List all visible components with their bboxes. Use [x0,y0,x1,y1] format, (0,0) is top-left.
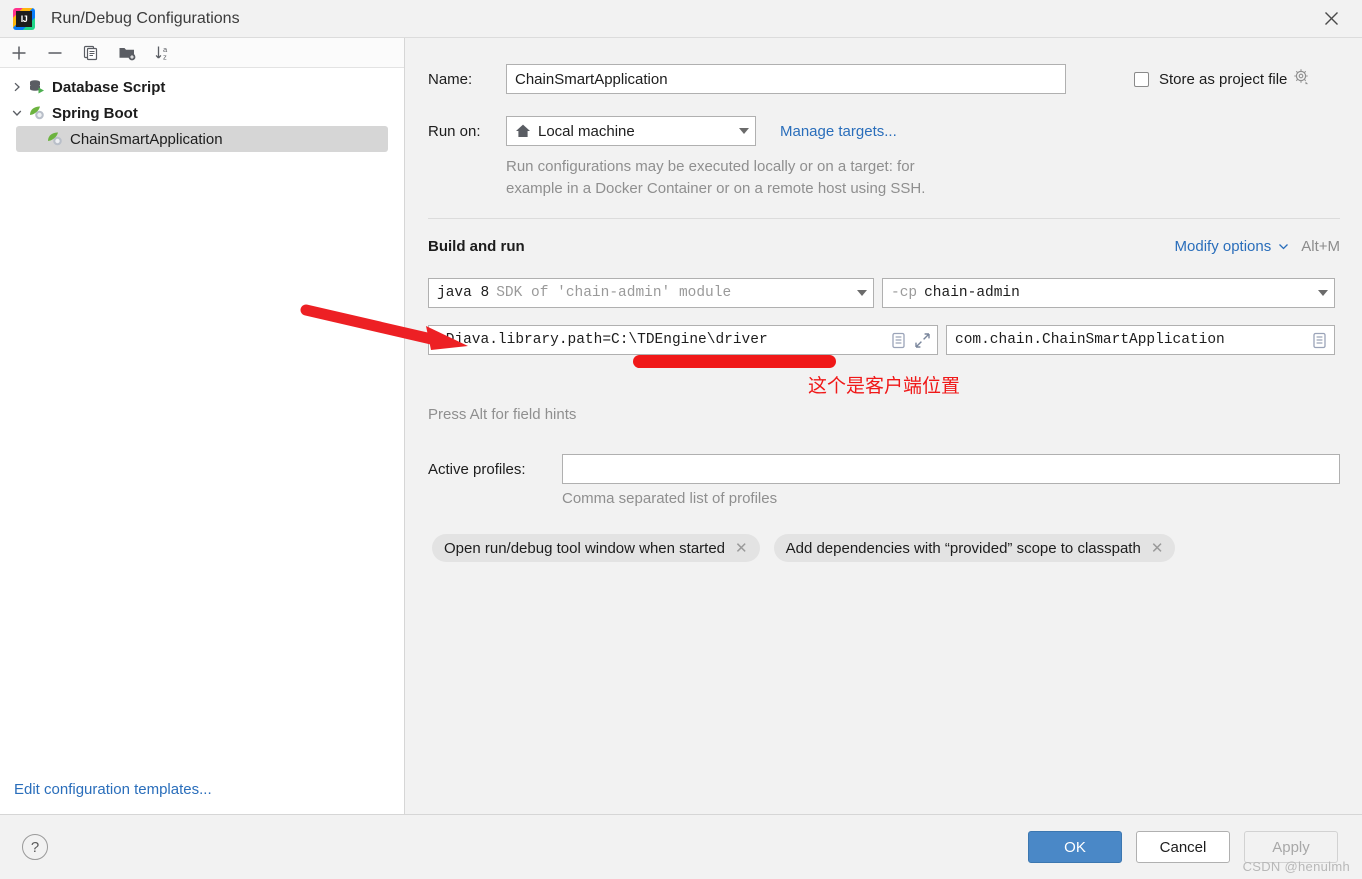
svg-text:z: z [163,52,167,61]
classpath-prefix: -cp [891,285,917,301]
store-as-project-file-label: Store as project file [1159,71,1287,88]
chip-add-provided-dependencies[interactable]: Add dependencies with “provided” scope t… [774,534,1176,562]
expand-icon[interactable] [913,331,931,349]
chip-open-run-debug-tool-window[interactable]: Open run/debug tool window when started … [432,534,760,562]
gear-icon[interactable] [1293,68,1310,90]
tree-item-spring-boot[interactable]: Spring Boot [0,100,404,126]
tree-item-label: Database Script [52,79,165,96]
chevron-down-icon[interactable] [857,290,867,296]
chip-label: Open run/debug tool window when started [444,540,725,557]
document-list-icon[interactable] [1310,331,1328,349]
document-list-icon[interactable] [889,331,907,349]
tree-item-chainsmartapplication[interactable]: ChainSmartApplication [16,126,388,152]
chip-label: Add dependencies with “provided” scope t… [786,540,1141,557]
modify-options-link[interactable]: Modify options [1175,238,1272,255]
dialog-footer: ? OK Cancel Apply CSDN @henulmh [0,814,1362,879]
run-debug-configurations-dialog: IJ Run/Debug Configurations [0,0,1362,879]
active-profiles-row: Active profiles: [428,406,1340,484]
run-on-row: Run on: Local machine Manage targets... [428,116,897,146]
edit-configuration-templates-link[interactable]: Edit configuration templates... [14,781,212,798]
folder-add-icon[interactable] [116,42,138,64]
chevron-right-icon[interactable] [8,82,26,92]
run-on-hint-line-1: Run configurations may be executed local… [506,156,925,178]
dialog-title: Run/Debug Configurations [51,10,240,28]
copy-icon[interactable] [80,42,102,64]
close-small-icon[interactable]: ✕ [1151,539,1164,557]
intellij-idea-logo-icon: IJ [13,8,35,30]
active-profiles-label: Active profiles: [428,461,562,478]
chevron-down-icon[interactable] [8,108,26,118]
cancel-button[interactable]: Cancel [1136,831,1230,863]
manage-targets-link[interactable]: Manage targets... [780,123,897,140]
configuration-editor-panel: Name: Store as project file Run on: [406,38,1362,814]
name-label: Name: [428,71,506,88]
minus-icon[interactable] [44,42,66,64]
tree-item-label: ChainSmartApplication [70,131,223,148]
help-icon[interactable]: ? [22,834,48,860]
jre-value: java 8 [437,285,489,301]
vm-options-field[interactable]: -Djava.library.path=C:\TDEngine\driver [428,325,938,355]
ok-button[interactable]: OK [1028,831,1122,863]
classpath-dropdown[interactable]: -cp chain-admin [882,278,1335,308]
database-script-icon [26,78,48,96]
name-row: Name: Store as project file [428,64,1340,94]
option-chips: Open run/debug tool window when started … [432,534,1175,562]
main-class-value: com.chain.ChainSmartApplication [955,332,1225,348]
store-as-project-file-checkbox[interactable] [1134,72,1149,87]
vm-options-main-class-row: -Djava.library.path=C:\TDEngine\driver [428,325,1335,355]
spring-boot-icon [26,104,48,122]
build-and-run-title: Build and run [428,238,525,255]
jre-value-description: SDK of 'chain-admin' module [496,285,731,301]
run-on-hint: Run configurations may be executed local… [506,156,925,200]
chevron-down-icon[interactable] [739,128,749,134]
sort-alphabetically-icon[interactable]: a z [152,42,174,64]
annotation-highlight-bar [633,355,836,368]
run-on-label: Run on: [428,123,506,140]
spring-boot-icon [44,130,66,148]
section-divider [428,218,1340,219]
configurations-tree: Database Script Spring Boot [0,68,404,152]
main-class-field[interactable]: com.chain.ChainSmartApplication [946,325,1335,355]
close-small-icon[interactable]: ✕ [735,539,748,557]
vm-options-value: -Djava.library.path=C:\TDEngine\driver [437,332,768,348]
jre-dropdown[interactable]: java 8 SDK of 'chain-admin' module [428,278,874,308]
active-profiles-input[interactable] [562,454,1340,484]
build-and-run-header: Build and run Modify options Alt+M [428,238,1340,255]
classpath-module: chain-admin [924,285,1020,301]
tree-item-label: Spring Boot [52,105,138,122]
chevron-down-icon[interactable] [1278,241,1289,252]
sidebar-toolbar: a z [0,38,404,68]
run-on-hint-line-2: example in a Docker Container or on a re… [506,178,925,200]
store-as-project-file-row[interactable]: Store as project file [1134,68,1310,90]
chevron-down-icon[interactable] [1318,290,1328,296]
home-icon [515,123,531,139]
annotation-note: 这个是客户端位置 [808,371,960,398]
watermark-text: CSDN @henulmh [1243,859,1350,874]
modify-options-shortcut: Alt+M [1301,238,1340,255]
active-profiles-hint: Comma separated list of profiles [562,488,777,510]
run-on-dropdown[interactable]: Local machine [506,116,756,146]
run-on-value: Local machine [538,123,635,140]
jre-classpath-row: java 8 SDK of 'chain-admin' module -cp c… [428,278,1335,308]
close-icon[interactable] [1318,6,1344,32]
configurations-sidebar: a z Database Script [0,38,405,814]
dialog-title-bar: IJ Run/Debug Configurations [0,0,1362,38]
plus-icon[interactable] [8,42,30,64]
tree-item-database-script[interactable]: Database Script [0,74,404,100]
name-input[interactable] [506,64,1066,94]
